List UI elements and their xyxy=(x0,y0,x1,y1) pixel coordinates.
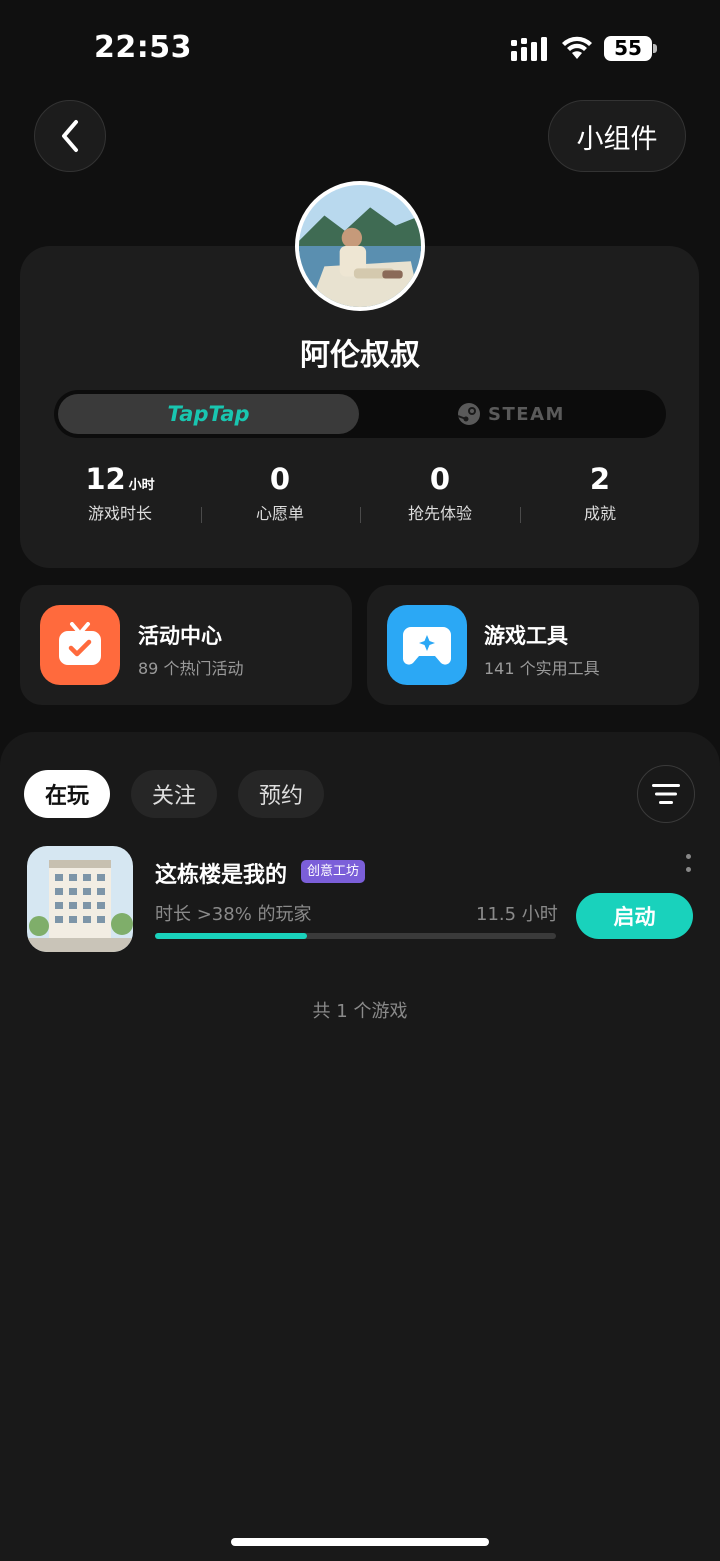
tab-taptap[interactable]: TapTap xyxy=(58,394,359,434)
playtime-progress-fill xyxy=(155,933,308,939)
stat-playtime[interactable]: 12 小时 游戏时长 xyxy=(40,462,200,524)
avatar-image xyxy=(299,185,421,307)
total-games-count: 共 1 个游戏 xyxy=(312,1001,408,1022)
game-tools-title: 游戏工具 xyxy=(484,624,568,648)
activity-center-subtitle: 89 个热门活动 xyxy=(138,659,244,678)
playtime-rank-text: 时长 >38% 的玩家 xyxy=(155,904,312,925)
tab-steam[interactable]: STEAM xyxy=(360,394,662,434)
sort-icon xyxy=(652,784,680,804)
avatar[interactable] xyxy=(295,181,425,311)
stat-value: 2 xyxy=(589,462,611,496)
cellular-signal-icon xyxy=(511,37,547,61)
stat-label: 心愿单 xyxy=(255,504,304,523)
stat-label: 游戏时长 xyxy=(87,504,152,523)
more-options-icon[interactable] xyxy=(686,854,692,880)
activity-center-title: 活动中心 xyxy=(138,624,222,648)
sort-filter-button[interactable] xyxy=(637,765,695,823)
stat-value: 12 xyxy=(85,462,126,496)
profile-name: 阿伦叔叔 xyxy=(300,338,420,373)
launch-button[interactable]: 启动 xyxy=(576,893,693,939)
status-time: 22:53 xyxy=(94,30,192,65)
battery-indicator: 55 xyxy=(604,36,652,61)
wifi-icon xyxy=(562,36,592,59)
battery-tip xyxy=(653,44,657,53)
stat-early-access[interactable]: 0 抢先体验 xyxy=(360,462,520,524)
playtime-hours: 11.5 小时 xyxy=(476,904,558,925)
activity-tv-icon xyxy=(40,605,120,685)
game-icon[interactable] xyxy=(27,846,133,952)
tab-playing[interactable]: 在玩 xyxy=(24,770,110,818)
stat-unit: 小时 xyxy=(128,478,155,493)
stat-value: 0 xyxy=(429,462,451,496)
game-tools-subtitle: 141 个实用工具 xyxy=(484,659,600,678)
tab-reserved[interactable]: 预约 xyxy=(238,770,324,818)
stat-label: 成就 xyxy=(583,504,616,523)
game-title[interactable]: 这栋楼是我的 xyxy=(155,857,287,889)
workshop-badge: 创意工坊 xyxy=(301,860,366,883)
steam-label: STEAM xyxy=(488,403,565,425)
stat-label: 抢先体验 xyxy=(407,504,472,523)
stat-achievements[interactable]: 2 成就 xyxy=(520,462,680,524)
tab-following[interactable]: 关注 xyxy=(131,770,217,818)
back-button[interactable] xyxy=(34,100,106,172)
widget-button[interactable]: 小组件 xyxy=(548,100,686,172)
stat-value: 0 xyxy=(269,462,291,496)
home-indicator[interactable] xyxy=(231,1538,489,1546)
steam-logo-icon xyxy=(457,403,481,425)
stat-wishlist[interactable]: 0 心愿单 xyxy=(200,462,360,524)
gamepad-icon xyxy=(387,605,467,685)
chevron-left-icon xyxy=(62,120,78,152)
